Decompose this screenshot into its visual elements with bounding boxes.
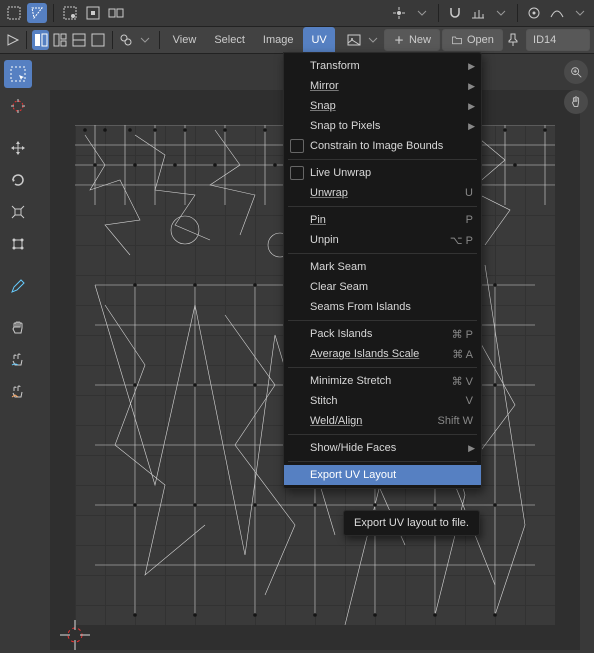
- overlays-icon[interactable]: [118, 30, 135, 50]
- open-label: Open: [467, 34, 494, 46]
- vertex-select-mode[interactable]: [27, 3, 47, 23]
- tool-annotate[interactable]: [4, 272, 32, 300]
- overlays-chevron[interactable]: [137, 30, 154, 50]
- viewport-controls: [564, 60, 588, 114]
- tooltip: Export UV layout to file.: [343, 510, 480, 536]
- snap-toggle[interactable]: [445, 3, 465, 23]
- snap-type-icon[interactable]: [468, 3, 488, 23]
- menu-snap[interactable]: Snap▶: [284, 96, 481, 116]
- menu-unwrap[interactable]: UnwrapU: [284, 183, 481, 203]
- menu-weld-align[interactable]: Weld/AlignShift W: [284, 411, 481, 431]
- menu-constrain[interactable]: Constrain to Image Bounds: [284, 136, 481, 156]
- menu-show-hide[interactable]: Show/Hide Faces▶: [284, 438, 481, 458]
- menu-select[interactable]: Select: [206, 27, 253, 53]
- menu-export-uv-layout[interactable]: Export UV Layout: [284, 465, 481, 485]
- pin-icon[interactable]: [505, 30, 522, 50]
- menu-clear-seam[interactable]: Clear Seam: [284, 277, 481, 297]
- pan-icon[interactable]: [564, 90, 588, 114]
- image-browse-chevron[interactable]: [365, 30, 382, 50]
- submenu-arrow-icon: ▶: [468, 81, 475, 92]
- menu-header: View Select Image UV New Open ID14: [0, 27, 594, 54]
- menu-min-stretch[interactable]: Minimize Stretch⌘ V: [284, 371, 481, 391]
- menu-transform[interactable]: Transform▶: [284, 56, 481, 76]
- display-mode-2[interactable]: [51, 30, 68, 50]
- tool-grab[interactable]: [4, 314, 32, 342]
- shared-vertex-icon[interactable]: [83, 3, 103, 23]
- checkbox-icon: [290, 139, 304, 153]
- menu-pin[interactable]: PinP: [284, 210, 481, 230]
- tool-pinch[interactable]: [4, 378, 32, 406]
- sticky-select-icon[interactable]: [60, 3, 80, 23]
- pivot-chevron[interactable]: [412, 3, 432, 23]
- menu-seams-islands[interactable]: Seams From Islands: [284, 297, 481, 317]
- left-toolbar: [4, 60, 36, 406]
- menu-unpin[interactable]: Unpin⌥ P: [284, 230, 481, 250]
- tool-move[interactable]: [4, 134, 32, 162]
- tool-rotate[interactable]: [4, 166, 32, 194]
- menu-view[interactable]: View: [165, 27, 205, 53]
- tool-relax[interactable]: [4, 346, 32, 374]
- pivot-dropdown[interactable]: [389, 3, 409, 23]
- menu-mark-seam[interactable]: Mark Seam: [284, 257, 481, 277]
- menu-uv[interactable]: UV: [303, 27, 334, 53]
- tool-scale[interactable]: [4, 198, 32, 226]
- island-select-icon[interactable]: [106, 3, 126, 23]
- zoom-icon[interactable]: [564, 60, 588, 84]
- menu-mirror[interactable]: Mirror▶: [284, 76, 481, 96]
- menu-pack-islands[interactable]: Pack Islands⌘ P: [284, 324, 481, 344]
- new-label: New: [409, 34, 431, 46]
- checkbox-icon: [290, 166, 304, 180]
- uv-dropdown-menu: Transform▶ Mirror▶ Snap▶ Snap to Pixels▶…: [283, 52, 482, 489]
- new-image-button[interactable]: New: [384, 29, 440, 51]
- submenu-arrow-icon: ▶: [468, 121, 475, 132]
- snap-chevron[interactable]: [491, 3, 511, 23]
- menu-avg-scale[interactable]: Average Islands Scale⌘ A: [284, 344, 481, 364]
- menu-snap-pixels[interactable]: Snap to Pixels▶: [284, 116, 481, 136]
- menu-live-unwrap[interactable]: Live Unwrap: [284, 163, 481, 183]
- image-id-field[interactable]: ID14: [526, 29, 590, 51]
- sync-selection-icon[interactable]: [4, 3, 24, 23]
- tool-select-box[interactable]: [4, 60, 32, 88]
- falloff-icon[interactable]: [547, 3, 567, 23]
- proportional-toggle[interactable]: [524, 3, 544, 23]
- menu-image[interactable]: Image: [255, 27, 302, 53]
- open-image-button[interactable]: Open: [442, 29, 503, 51]
- image-browse-icon[interactable]: [346, 30, 363, 50]
- submenu-arrow-icon: ▶: [468, 443, 475, 454]
- display-mode-3[interactable]: [70, 30, 87, 50]
- editor-type-icon[interactable]: [4, 30, 21, 50]
- tool-cursor[interactable]: [4, 92, 32, 120]
- mode-header: [0, 0, 594, 27]
- falloff-chevron[interactable]: [570, 3, 590, 23]
- display-mode-4[interactable]: [89, 30, 106, 50]
- menu-stitch[interactable]: StitchV: [284, 391, 481, 411]
- display-mode-1[interactable]: [32, 30, 49, 50]
- tool-transform[interactable]: [4, 230, 32, 258]
- submenu-arrow-icon: ▶: [468, 61, 475, 72]
- submenu-arrow-icon: ▶: [468, 101, 475, 112]
